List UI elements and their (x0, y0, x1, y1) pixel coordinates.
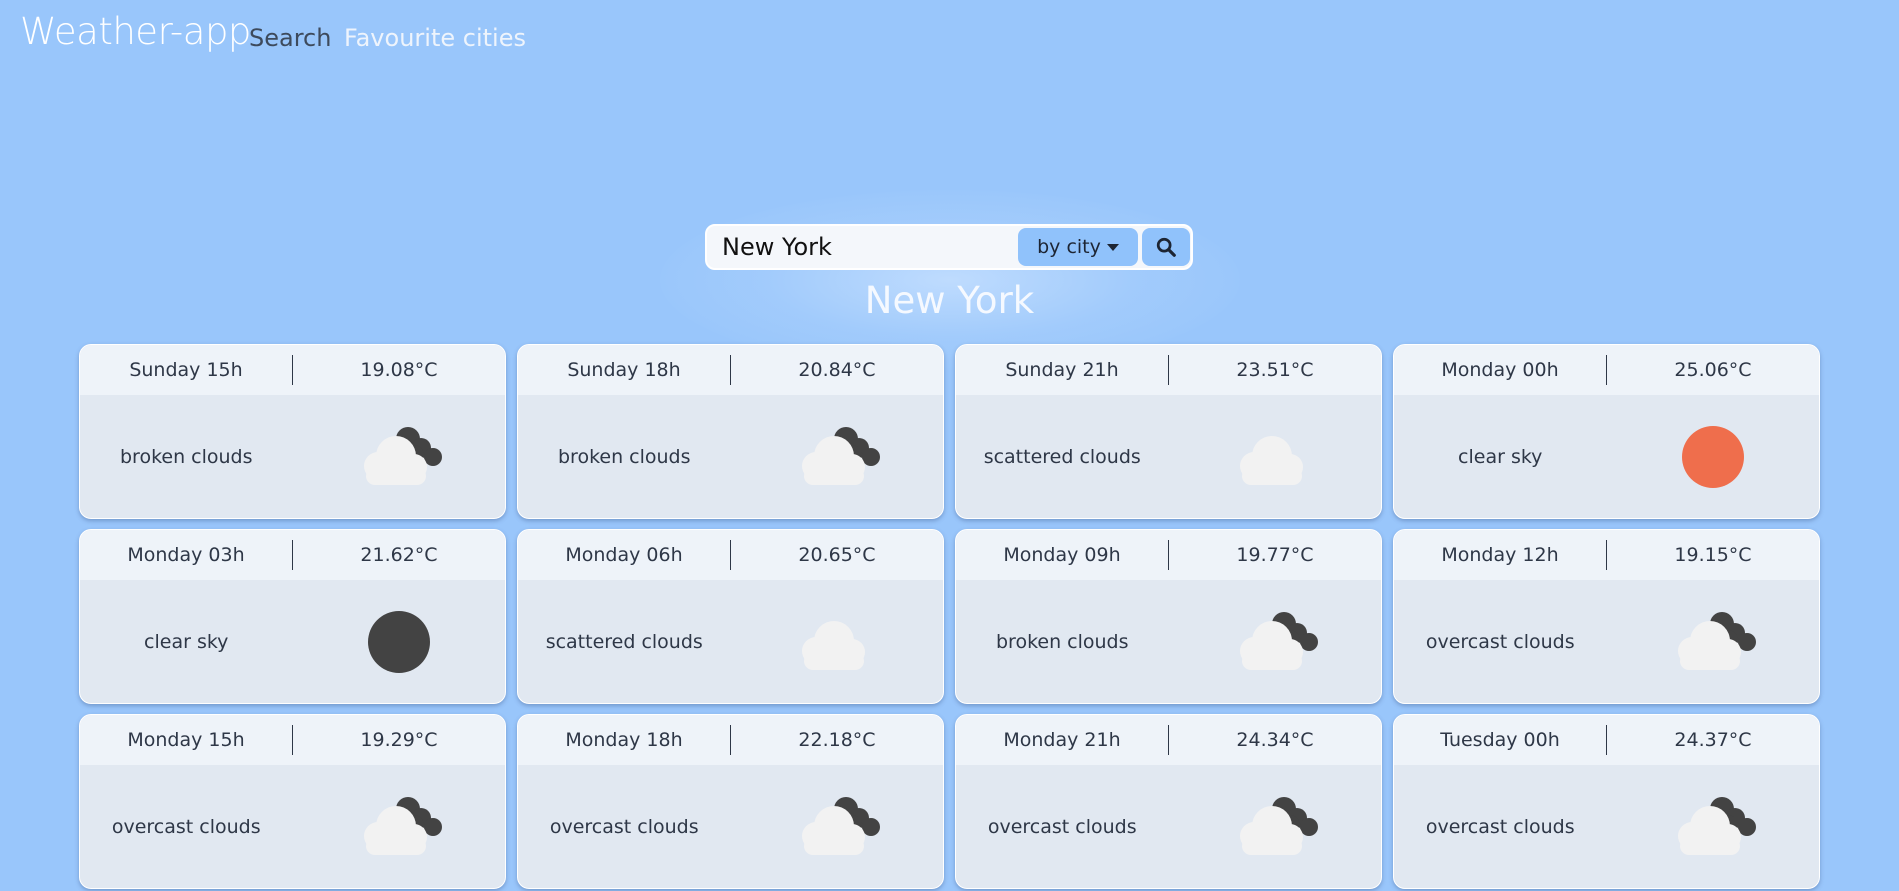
forecast-temperature: 25.06°C (1674, 359, 1752, 381)
forecast-card-header: Monday 18h 22.18°C (518, 715, 943, 765)
forecast-card: Sunday 18h 20.84°C broken clouds (517, 344, 944, 519)
forecast-card-header: Monday 03h 21.62°C (80, 530, 505, 580)
cloud-dark-icon (1169, 787, 1382, 867)
forecast-temperature: 23.51°C (1236, 359, 1314, 381)
forecast-card-body: scattered clouds (518, 580, 943, 703)
forecast-temperature: 24.34°C (1236, 729, 1314, 751)
forecast-time: Monday 18h (565, 729, 683, 751)
forecast-time: Monday 06h (565, 544, 683, 566)
forecast-card: Monday 21h 24.34°C overcast clouds (955, 714, 1382, 889)
nav-link-favourite-cities[interactable]: Favourite cities (344, 24, 526, 52)
forecast-description: scattered clouds (983, 445, 1141, 468)
forecast-card-header: Sunday 18h 20.84°C (518, 345, 943, 395)
forecast-temperature: 20.84°C (798, 359, 876, 381)
forecast-temperature: 19.15°C (1674, 544, 1752, 566)
forecast-card: Monday 00h 25.06°C clear sky (1393, 344, 1820, 519)
forecast-temperature: 19.77°C (1236, 544, 1314, 566)
caret-down-icon (1106, 243, 1119, 251)
forecast-time: Tuesday 00h (1440, 729, 1560, 751)
forecast-card-body: broken clouds (80, 395, 505, 518)
forecast-description: overcast clouds (549, 815, 699, 838)
cloud-icon (731, 602, 944, 682)
cloud-dark-icon (1169, 602, 1382, 682)
forecast-card-body: broken clouds (518, 395, 943, 518)
forecast-card-header: Sunday 15h 19.08°C (80, 345, 505, 395)
cloud-dark-icon (731, 417, 944, 497)
forecast-description: broken clouds (119, 445, 253, 468)
forecast-description: overcast clouds (1425, 630, 1575, 653)
forecast-card-body: clear sky (1394, 395, 1819, 518)
forecast-card-body: clear sky (80, 580, 505, 703)
forecast-grid: Sunday 15h 19.08°C broken clouds Sunday 18h… (79, 344, 1821, 889)
forecast-time: Sunday 15h (129, 359, 243, 381)
forecast-card-body: scattered clouds (956, 395, 1381, 518)
search-bar: by city (705, 224, 1193, 270)
cloud-dark-icon (1607, 787, 1820, 867)
forecast-time: Monday 15h (127, 729, 245, 751)
nav-link-search[interactable]: Search (249, 24, 331, 52)
forecast-time: Monday 09h (1003, 544, 1121, 566)
forecast-description: overcast clouds (987, 815, 1137, 838)
forecast-card-body: overcast clouds (518, 765, 943, 888)
forecast-temperature: 24.37°C (1674, 729, 1752, 751)
forecast-description: overcast clouds (1425, 815, 1575, 838)
search-button[interactable] (1142, 228, 1190, 266)
cloud-dark-icon (293, 787, 506, 867)
forecast-card: Sunday 15h 19.08°C broken clouds (79, 344, 506, 519)
city-title: New York (864, 279, 1035, 322)
forecast-time: Monday 03h (127, 544, 245, 566)
forecast-card-body: overcast clouds (1394, 580, 1819, 703)
cloud-dark-icon (293, 417, 506, 497)
forecast-card-header: Monday 09h 19.77°C (956, 530, 1381, 580)
forecast-time: Monday 00h (1441, 359, 1559, 381)
cloud-dark-icon (731, 787, 944, 867)
forecast-temperature: 21.62°C (360, 544, 438, 566)
forecast-card-header: Monday 21h 24.34°C (956, 715, 1381, 765)
forecast-card: Monday 18h 22.18°C overcast clouds (517, 714, 944, 889)
forecast-time: Sunday 18h (567, 359, 681, 381)
forecast-card: Monday 03h 21.62°C clear sky (79, 529, 506, 704)
cloud-dark-icon (1607, 602, 1820, 682)
search-mode-dropdown[interactable]: by city (1018, 228, 1138, 266)
cloud-icon (1169, 417, 1382, 497)
forecast-time: Monday 12h (1441, 544, 1559, 566)
forecast-description: broken clouds (995, 630, 1129, 653)
forecast-card-body: broken clouds (956, 580, 1381, 703)
forecast-description: clear sky (1458, 445, 1543, 468)
search-icon (1156, 237, 1176, 257)
forecast-card-header: Monday 12h 19.15°C (1394, 530, 1819, 580)
forecast-card-header: Tuesday 00h 24.37°C (1394, 715, 1819, 765)
forecast-card-body: overcast clouds (1394, 765, 1819, 888)
forecast-card: Monday 06h 20.65°C scattered clouds (517, 529, 944, 704)
forecast-card-header: Sunday 21h 23.51°C (956, 345, 1381, 395)
search-mode-label: by city (1037, 236, 1101, 258)
brand-logo[interactable]: Weather-app (20, 10, 251, 53)
forecast-card-header: Monday 06h 20.65°C (518, 530, 943, 580)
forecast-temperature: 20.65°C (798, 544, 876, 566)
forecast-temperature: 22.18°C (798, 729, 876, 751)
sun-icon (1607, 417, 1820, 497)
forecast-description: broken clouds (557, 445, 691, 468)
moon-icon (293, 602, 506, 682)
forecast-card: Sunday 21h 23.51°C scattered clouds (955, 344, 1382, 519)
forecast-temperature: 19.08°C (360, 359, 438, 381)
forecast-card: Monday 12h 19.15°C overcast clouds (1393, 529, 1820, 704)
forecast-card-body: overcast clouds (80, 765, 505, 888)
forecast-card: Monday 09h 19.77°C broken clouds (955, 529, 1382, 704)
forecast-description: clear sky (144, 630, 229, 653)
navbar: Weather-app Search Favourite cities (0, 0, 1899, 76)
city-search-input[interactable] (707, 226, 1007, 268)
forecast-description: scattered clouds (545, 630, 703, 653)
forecast-card-header: Monday 15h 19.29°C (80, 715, 505, 765)
forecast-description: overcast clouds (111, 815, 261, 838)
forecast-card-header: Monday 00h 25.06°C (1394, 345, 1819, 395)
forecast-time: Sunday 21h (1005, 359, 1119, 381)
forecast-card: Monday 15h 19.29°C overcast clouds (79, 714, 506, 889)
forecast-card-body: overcast clouds (956, 765, 1381, 888)
forecast-time: Monday 21h (1003, 729, 1121, 751)
forecast-card: Tuesday 00h 24.37°C overcast clouds (1393, 714, 1820, 889)
forecast-temperature: 19.29°C (360, 729, 438, 751)
